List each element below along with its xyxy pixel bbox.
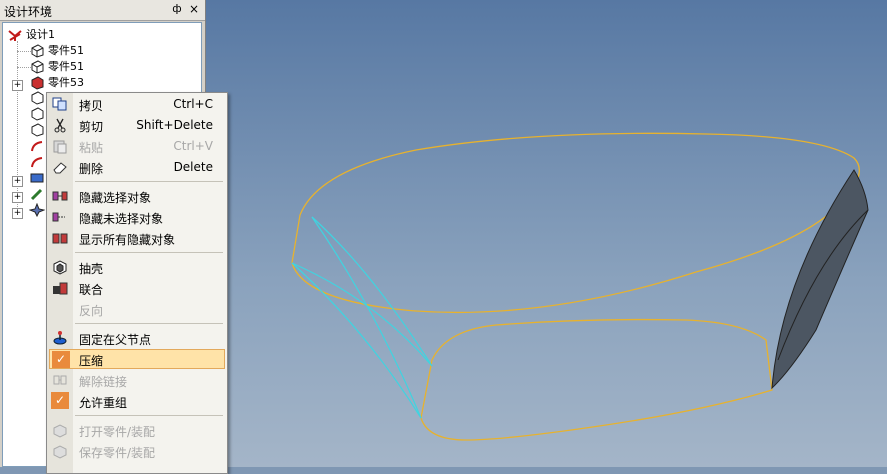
menu-label: 打开零件/装配: [79, 425, 156, 439]
light-icon: [29, 203, 45, 217]
part-icon: [31, 123, 44, 137]
3d-viewport[interactable]: [206, 0, 887, 467]
menu-item-hide-unselected[interactable]: 隐藏未选择对象: [49, 207, 225, 227]
menu-label: 解除链接: [79, 375, 128, 389]
model-wireframe: [291, 132, 869, 441]
menu-item-hide-selected[interactable]: 隐藏选择对象: [49, 186, 225, 206]
tree-item[interactable]: 零件53: [29, 75, 84, 91]
menu-separator: [75, 415, 223, 416]
copy-icon: [52, 97, 67, 111]
menu-item-copy[interactable]: 拷贝 Ctrl+C: [49, 94, 225, 114]
shell-icon: [53, 260, 67, 275]
menu-item-show-all-hidden[interactable]: 显示所有隐藏对象: [49, 228, 225, 248]
curve-icon: [31, 157, 43, 168]
model-top-outline: [291, 132, 860, 314]
menu-label: 拷贝: [79, 99, 104, 113]
menu-item-save-part[interactable]: 保存零件/装配: [49, 441, 225, 461]
tree-root[interactable]: 设计1: [7, 27, 55, 43]
scissors-icon: [54, 118, 66, 133]
close-icon[interactable]: ×: [187, 2, 201, 16]
menu-label: 隐藏选择对象: [79, 191, 152, 205]
menu-label: 剪切: [79, 120, 104, 134]
menu-separator: [75, 323, 223, 324]
paste-icon: [53, 140, 67, 154]
menu-item-allow-regroup[interactable]: ✓ 允许重组: [49, 391, 225, 411]
menu-label: 删除: [79, 162, 104, 176]
panel-title-bar: 设计环境 ф ×: [0, 0, 205, 21]
menu-item-cut[interactable]: 剪切 Shift+Delete: [49, 115, 225, 135]
open-part-icon: [53, 424, 67, 438]
panel-title: 设计环境: [4, 5, 53, 19]
fix-parent-icon: [53, 331, 67, 345]
menu-label: 反向: [79, 304, 104, 318]
curve-icon: [31, 141, 43, 152]
menu-item-open-part[interactable]: 打开零件/装配: [49, 420, 225, 440]
show-all-icon: [52, 233, 68, 244]
link-icon: [53, 375, 67, 385]
menu-item-union[interactable]: 联合: [49, 278, 225, 298]
part-icon: [31, 91, 44, 105]
save-part-icon: [53, 445, 67, 459]
expand-toggle[interactable]: +: [12, 208, 23, 219]
menu-label: 粘贴: [79, 141, 104, 155]
menu-label: 允许重组: [79, 396, 128, 410]
model-side-face: [771, 169, 869, 390]
part-icon: [31, 107, 44, 121]
menu-shortcut: Delete: [173, 160, 213, 174]
menu-label: 显示所有隐藏对象: [79, 233, 176, 247]
menu-label: 压缩: [79, 354, 104, 368]
expand-toggle[interactable]: +: [12, 80, 23, 91]
menu-item-fix-to-parent[interactable]: 固定在父节点: [49, 328, 225, 348]
check-icon: ✓: [52, 351, 70, 368]
eraser-icon: [53, 162, 67, 174]
menu-separator: [75, 252, 223, 253]
menu-shortcut: Ctrl+C: [173, 97, 213, 111]
part-icon: [31, 60, 44, 74]
design-root-icon: [8, 30, 22, 41]
assembly-icon: [30, 173, 44, 183]
menu-item-shell[interactable]: 抽壳: [49, 257, 225, 277]
menu-shortcut: Shift+Delete: [136, 118, 213, 132]
menu-item-reverse[interactable]: 反向: [49, 299, 225, 319]
tree-root-label: 设计1: [26, 28, 55, 41]
tree-item[interactable]: 零件51: [29, 59, 84, 75]
part-solid-icon: [31, 76, 44, 90]
menu-item-remove-link[interactable]: 解除链接: [49, 370, 225, 390]
tree-item-label: 零件51: [48, 44, 84, 57]
tree-item-label: 零件53: [48, 76, 84, 89]
hide-selected-icon: [52, 191, 68, 201]
menu-label: 固定在父节点: [79, 333, 152, 347]
menu-label: 隐藏未选择对象: [79, 212, 164, 226]
pin-icon[interactable]: ф: [170, 2, 184, 16]
part-icon: [31, 44, 44, 58]
menu-item-delete[interactable]: 删除 Delete: [49, 157, 225, 177]
context-menu: 拷贝 Ctrl+C 剪切 Shift+Delete 粘贴 Ctrl+V 删除 D…: [46, 92, 228, 474]
menu-shortcut: Ctrl+V: [173, 139, 213, 153]
menu-item-paste[interactable]: 粘贴 Ctrl+V: [49, 136, 225, 156]
menu-label: 保存零件/装配: [79, 446, 156, 460]
model-bottom-outline: [420, 318, 773, 441]
check-icon: ✓: [51, 392, 69, 409]
hide-unselected-icon: [52, 212, 65, 222]
tree-item-label: 零件51: [48, 60, 84, 73]
expand-toggle[interactable]: +: [12, 192, 23, 203]
expand-toggle[interactable]: +: [12, 176, 23, 187]
menu-item-suppress[interactable]: ✓ 压缩: [49, 349, 225, 369]
menu-separator: [75, 181, 223, 182]
union-icon: [53, 282, 68, 295]
menu-label: 联合: [79, 283, 104, 297]
tree-item[interactable]: 零件51: [29, 43, 84, 59]
tool-icon: [30, 188, 43, 201]
menu-label: 抽壳: [79, 262, 104, 276]
